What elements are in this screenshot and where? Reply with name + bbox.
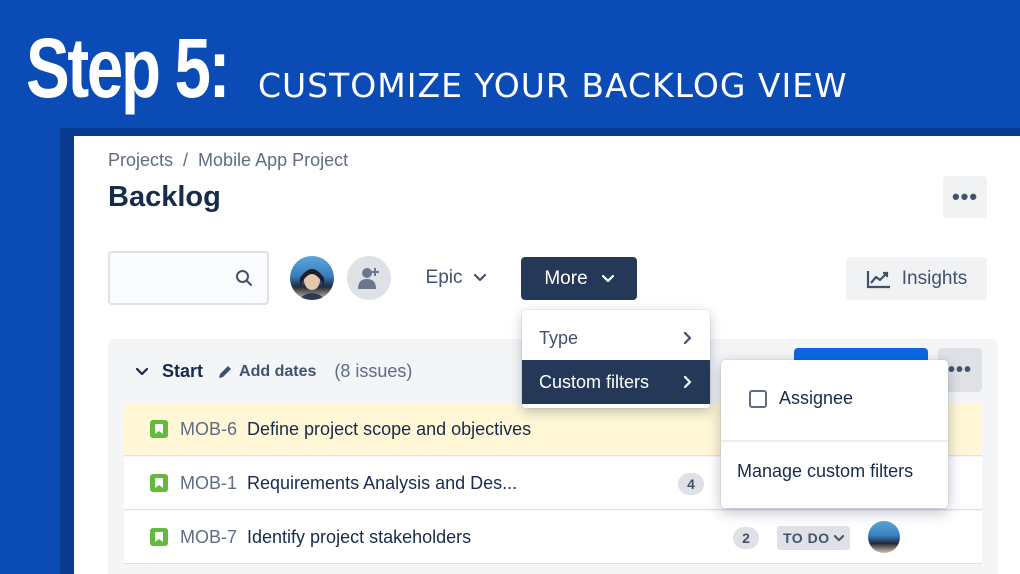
custom-filters-submenu: Assignee Manage custom filters [721, 360, 948, 508]
more-button-label: More [544, 267, 588, 289]
assignee-option-label: Assignee [779, 388, 854, 408]
search-input[interactable] [108, 251, 269, 305]
issue-summary: Identify project stakeholders [247, 526, 472, 547]
add-person-button[interactable] [347, 256, 391, 300]
avatar-image [298, 269, 326, 300]
issue-key[interactable]: MOB-6 [180, 419, 237, 440]
chevron-down-icon [601, 274, 614, 282]
assignee-avatar[interactable] [868, 521, 900, 553]
menu-item-label: Type [539, 327, 579, 348]
epic-filter-dropdown[interactable]: Epic [414, 258, 498, 298]
menu-item-label: Custom filters [539, 371, 650, 392]
issue-key[interactable]: MOB-7 [180, 527, 237, 548]
menu-item-type[interactable]: Type [522, 316, 710, 360]
breadcrumb: Projects / Mobile App Project [108, 150, 348, 171]
insights-button[interactable]: Insights [846, 257, 987, 300]
banner-title: Step 5: CUSTOMIZE YOUR BACKLOG VIEW [26, 20, 848, 117]
add-dates-button[interactable]: Add dates [217, 363, 316, 381]
epic-filter-label: Epic [425, 267, 463, 288]
breadcrumb-project[interactable]: Mobile App Project [198, 150, 348, 170]
assignee-filter-option[interactable]: Assignee [749, 388, 853, 409]
story-points-badge: 4 [678, 473, 704, 495]
chevron-down-icon [833, 534, 844, 541]
add-dates-label: Add dates [239, 362, 317, 380]
breadcrumb-separator: / [183, 150, 189, 170]
status-dropdown[interactable]: TO DO [777, 526, 850, 550]
more-dropdown-menu: Type Custom filters [522, 310, 710, 408]
issue-row[interactable]: MOB-7 Identify project stakeholders 2 TO… [124, 511, 982, 564]
submenu-divider [721, 440, 948, 442]
issue-count: (8 issues) [334, 361, 413, 381]
step-caption: CUSTOMIZE YOUR BACKLOG VIEW [258, 66, 848, 105]
status-label: TO DO [783, 530, 830, 546]
menu-item-custom-filters[interactable]: Custom filters [522, 360, 710, 404]
sprint-header: Start Add dates (8 issues) [136, 361, 412, 382]
sprint-name: Start [162, 361, 204, 381]
issue-summary: Define project scope and objectives [247, 418, 532, 439]
jira-app-window: Projects / Mobile App Project Backlog ••• … [74, 136, 1020, 574]
insights-label: Insights [901, 267, 968, 289]
user-avatar[interactable] [290, 256, 334, 300]
add-person-icon [358, 268, 379, 289]
issue-summary: Requirements Analysis and Des... [247, 472, 518, 493]
issue-key[interactable]: MOB-1 [180, 473, 237, 494]
story-icon [150, 474, 168, 492]
chevron-down-icon [474, 274, 487, 282]
search-icon [236, 270, 252, 286]
chevron-right-icon [684, 376, 692, 388]
story-points-badge: 2 [733, 527, 759, 549]
page-title: Backlog [108, 181, 221, 213]
manage-custom-filters-link[interactable]: Manage custom filters [737, 461, 913, 482]
page-more-actions-button[interactable]: ••• [943, 176, 987, 218]
chart-line-icon [866, 270, 890, 288]
breadcrumb-projects[interactable]: Projects [108, 150, 173, 170]
step-label: Step 5: [26, 21, 230, 115]
assignee-checkbox[interactable] [749, 389, 767, 408]
chevron-right-icon [684, 332, 692, 344]
pencil-icon [219, 365, 232, 378]
story-icon [150, 420, 168, 438]
more-filters-button[interactable]: More [521, 257, 637, 300]
story-icon [150, 528, 168, 546]
chevron-down-icon[interactable] [136, 367, 148, 376]
